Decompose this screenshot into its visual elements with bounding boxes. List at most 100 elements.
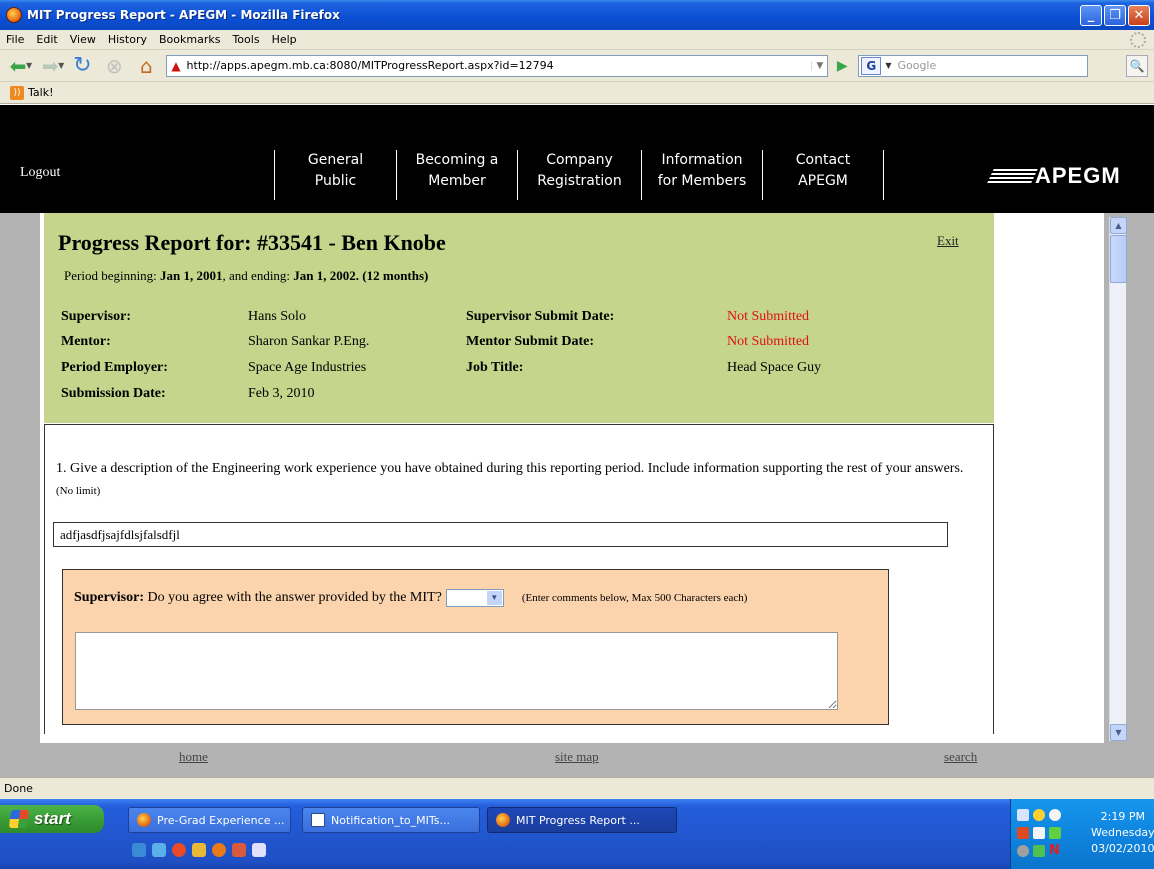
agree-select[interactable]: ▼ <box>445 588 504 607</box>
vertical-scrollbar[interactable]: ▲ ▼ <box>1109 217 1127 741</box>
back-history-dropdown[interactable]: ▼ <box>26 61 32 70</box>
stop-button[interactable]: ⊗ <box>100 53 128 79</box>
ie-icon[interactable] <box>132 843 146 857</box>
clock-day: Wednesday <box>1091 826 1154 839</box>
tray-status-icon[interactable] <box>1049 827 1061 839</box>
security-icon[interactable] <box>1033 809 1045 821</box>
nav-information-members[interactable]: Information for Members <box>641 150 762 200</box>
period-prefix: Period beginning: <box>64 268 157 283</box>
nav-label-line1: Company <box>546 152 613 168</box>
scroll-down-button[interactable]: ▼ <box>1110 724 1127 741</box>
supervisor-review-label: Supervisor: <box>74 590 144 605</box>
search-icon[interactable]: 🔍 <box>1126 54 1148 77</box>
search-engine-dropdown-icon[interactable]: ▼ <box>885 61 891 70</box>
employer-label: Period Employer: <box>61 360 168 375</box>
supervisor-comment-field[interactable] <box>75 632 838 710</box>
job-title-value: Head Space Guy <box>727 360 822 375</box>
menu-view[interactable]: View <box>64 33 102 46</box>
app-icon[interactable] <box>232 843 246 857</box>
navigation-toolbar: ⬅ ▼ ➡ ▼ ↻ ⊗ ⌂ ▲ http://apps.apegm.mb.ca:80… <box>0 50 1154 82</box>
scroll-thumb[interactable] <box>1110 235 1127 283</box>
network-icon[interactable] <box>1017 809 1029 821</box>
task-pre-grad-experience[interactable]: Pre-Grad Experience ... <box>128 807 291 833</box>
maximize-button[interactable]: ❐ <box>1104 4 1126 26</box>
nav-label-line2: Registration <box>537 173 622 189</box>
start-button[interactable]: start <box>0 805 104 833</box>
messenger-icon[interactable] <box>1033 827 1045 839</box>
menu-help[interactable]: Help <box>266 33 303 46</box>
menu-bookmarks[interactable]: Bookmarks <box>153 33 226 46</box>
nav-becoming-member[interactable]: Becoming a Member <box>396 150 517 200</box>
apegm-logo[interactable]: APEGM <box>986 163 1121 189</box>
footer-home-link[interactable]: home <box>179 749 208 765</box>
search-placeholder: Google <box>897 59 937 72</box>
folder-icon[interactable] <box>192 843 206 857</box>
forward-history-dropdown[interactable]: ▼ <box>58 61 64 70</box>
url-dropdown-icon[interactable]: ▼ <box>811 60 827 71</box>
nav-label-line1: Becoming a <box>415 152 499 168</box>
minimize-button[interactable]: _ <box>1080 4 1102 26</box>
go-button[interactable]: ▶ <box>832 56 852 76</box>
desktop-icon[interactable] <box>252 843 266 857</box>
question-1-text: 1. Give a description of the Engineering… <box>56 458 976 502</box>
chevron-down-icon[interactable]: ▼ <box>486 590 502 605</box>
task-label: Notification_to_MITs... <box>331 813 451 827</box>
task-label: MIT Progress Report ... <box>516 813 640 827</box>
ie-alt-icon[interactable] <box>152 843 166 857</box>
media-icon[interactable] <box>172 843 186 857</box>
firefox-icon <box>496 813 510 827</box>
scroll-up-button[interactable]: ▲ <box>1110 217 1127 234</box>
exit-link[interactable]: Exit <box>937 233 959 249</box>
supervisor-question-text: Do you agree with the answer provided by… <box>147 590 442 605</box>
search-box[interactable]: G ▼ Google <box>858 54 1089 77</box>
home-button[interactable]: ⌂ <box>132 53 160 79</box>
submission-date-label: Submission Date: <box>61 386 166 401</box>
mentor-submit-label: Mentor Submit Date: <box>466 334 595 349</box>
google-icon[interactable]: G <box>861 56 882 75</box>
mentor-label: Mentor: <box>61 334 111 349</box>
nav-company-registration[interactable]: Company Registration <box>517 150 641 200</box>
url-bar[interactable]: ▲ http://apps.apegm.mb.ca:8080/MITProgre… <box>166 54 829 77</box>
menu-tools[interactable]: Tools <box>226 33 265 46</box>
task-notification-to-mits[interactable]: Notification_to_MITs... <box>302 807 480 833</box>
footer-sitemap-link[interactable]: site map <box>555 749 599 765</box>
clock[interactable]: 2:19 PM Wednesday 03/02/2010 <box>1091 809 1154 857</box>
logo-stripes-icon <box>986 169 1038 186</box>
norton-icon[interactable]: N <box>1049 844 1061 857</box>
menu-bar: File Edit View History Bookmarks Tools H… <box>0 30 1154 50</box>
tray-misc-icon[interactable] <box>1017 845 1029 857</box>
firefox-icon[interactable] <box>212 843 226 857</box>
throbber-icon <box>1130 31 1146 48</box>
nav-contact-apegm[interactable]: Contact APEGM <box>762 150 884 200</box>
site-header: Logout General Public Becoming a Member … <box>0 105 1154 213</box>
menu-history[interactable]: History <box>102 33 153 46</box>
submission-date-value: Feb 3, 2010 <box>248 386 315 401</box>
footer-search-link[interactable]: search <box>944 749 977 765</box>
reload-button[interactable]: ↻ <box>68 53 96 79</box>
status-text: Done <box>4 782 33 795</box>
tray-app-icon[interactable] <box>1017 827 1029 839</box>
document-icon <box>311 813 325 827</box>
period-end: Jan 1, 2002. <box>293 268 360 283</box>
nav-label-line1: General <box>307 152 364 168</box>
tray-update-icon[interactable] <box>1033 845 1045 857</box>
nav-general-public[interactable]: General Public <box>274 150 396 200</box>
start-label: start <box>34 809 71 828</box>
close-button[interactable]: ✕ <box>1128 4 1150 26</box>
nav-label-line1: Information <box>661 152 743 168</box>
employer-value: Space Age Industries <box>248 360 367 375</box>
menu-edit[interactable]: Edit <box>30 33 63 46</box>
volume-icon[interactable] <box>1049 809 1061 821</box>
question-number: 1 <box>56 461 63 476</box>
task-mit-progress-report[interactable]: MIT Progress Report ... <box>487 807 677 833</box>
supervisor-value: Hans Solo <box>248 309 306 324</box>
firefox-icon <box>137 813 151 827</box>
logout-link[interactable]: Logout <box>20 165 60 181</box>
menu-file[interactable]: File <box>0 33 30 46</box>
windows-taskbar: start Pre-Grad Experience ... Notificati… <box>0 799 1154 869</box>
bookmark-talk[interactable]: Talk! <box>28 86 53 99</box>
bookmarks-toolbar: )) Talk! <box>0 82 1154 104</box>
window-titlebar: MIT Progress Report - APEGM - Mozilla Fi… <box>0 0 1154 30</box>
nav-label-line2: Member <box>428 173 486 189</box>
nav-label-line2: APEGM <box>798 173 848 189</box>
